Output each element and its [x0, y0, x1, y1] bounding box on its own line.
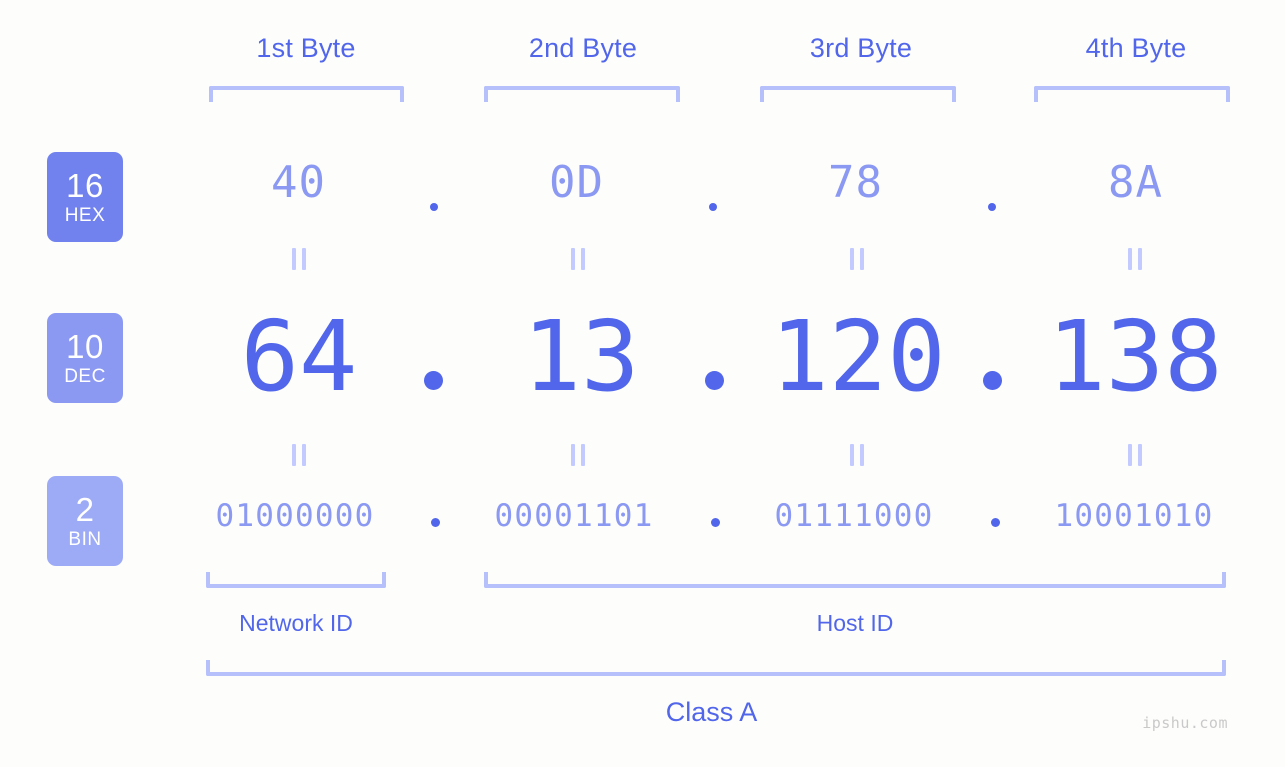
base-badge-dec-name: DEC [64, 366, 106, 387]
byte-bracket-3 [760, 86, 956, 102]
base-badge-hex-name: HEX [64, 205, 106, 226]
hex-separator-3 [988, 203, 996, 211]
dec-separator-3 [983, 371, 1002, 390]
base-badge-bin-number: 2 [75, 491, 95, 528]
ip-byte-breakdown-diagram: 1st Byte 2nd Byte 3rd Byte 4th Byte 16 H… [0, 0, 1285, 767]
bin-separator-1 [431, 518, 440, 527]
byte-bracket-4 [1034, 86, 1230, 102]
dec-value-4: 138 [1047, 300, 1223, 413]
site-watermark: ipshu.com [1142, 714, 1228, 732]
equality-mark-hex-dec-3 [850, 248, 864, 270]
base-badge-bin: 2 BIN [47, 476, 123, 566]
hex-separator-1 [430, 203, 438, 211]
byte-bracket-1 [209, 86, 404, 102]
equality-mark-hex-dec-2 [571, 248, 585, 270]
network-id-bracket [206, 572, 386, 588]
base-badge-hex-number: 16 [66, 167, 104, 204]
dec-value-2: 13 [522, 300, 640, 413]
dec-value-3: 120 [770, 300, 946, 413]
hex-value-3: 78 [828, 157, 883, 208]
host-id-bracket [484, 572, 1226, 588]
bin-value-3: 01111000 [774, 498, 934, 534]
bin-separator-2 [711, 518, 720, 527]
bin-value-4: 10001010 [1054, 498, 1214, 534]
equality-mark-dec-bin-1 [292, 444, 306, 466]
equality-mark-dec-bin-2 [571, 444, 585, 466]
base-badge-bin-name: BIN [68, 529, 102, 550]
base-badge-dec: 10 DEC [47, 313, 123, 403]
class-label: Class A [0, 697, 1285, 728]
host-id-label: Host ID [816, 610, 894, 636]
class-bracket [206, 660, 1226, 676]
equality-mark-dec-bin-3 [850, 444, 864, 466]
bin-value-1: 01000000 [215, 498, 375, 534]
hex-value-2: 0D [549, 157, 604, 208]
byte-header-label-3: 3rd Byte [809, 33, 913, 63]
byte-bracket-2 [484, 86, 680, 102]
byte-header-label-4: 4th Byte [1085, 33, 1187, 63]
dec-separator-2 [705, 371, 724, 390]
equality-mark-hex-dec-4 [1128, 248, 1142, 270]
bin-value-2: 00001101 [494, 498, 654, 534]
equality-mark-dec-bin-4 [1128, 444, 1142, 466]
bin-separator-3 [991, 518, 1000, 527]
equality-mark-hex-dec-1 [292, 248, 306, 270]
byte-header-label-2: 2nd Byte [528, 33, 638, 63]
hex-separator-2 [709, 203, 717, 211]
base-badge-dec-number: 10 [66, 328, 104, 365]
byte-header-label-1: 1st Byte [256, 33, 356, 63]
class-label-text: Class A [665, 697, 758, 727]
dec-value-1: 64 [240, 300, 358, 413]
hex-value-4: 8A [1108, 157, 1163, 208]
base-badge-hex: 16 HEX [47, 152, 123, 242]
dec-separator-1 [424, 371, 443, 390]
network-id-label: Network ID [239, 610, 353, 636]
hex-value-1: 40 [271, 157, 326, 208]
